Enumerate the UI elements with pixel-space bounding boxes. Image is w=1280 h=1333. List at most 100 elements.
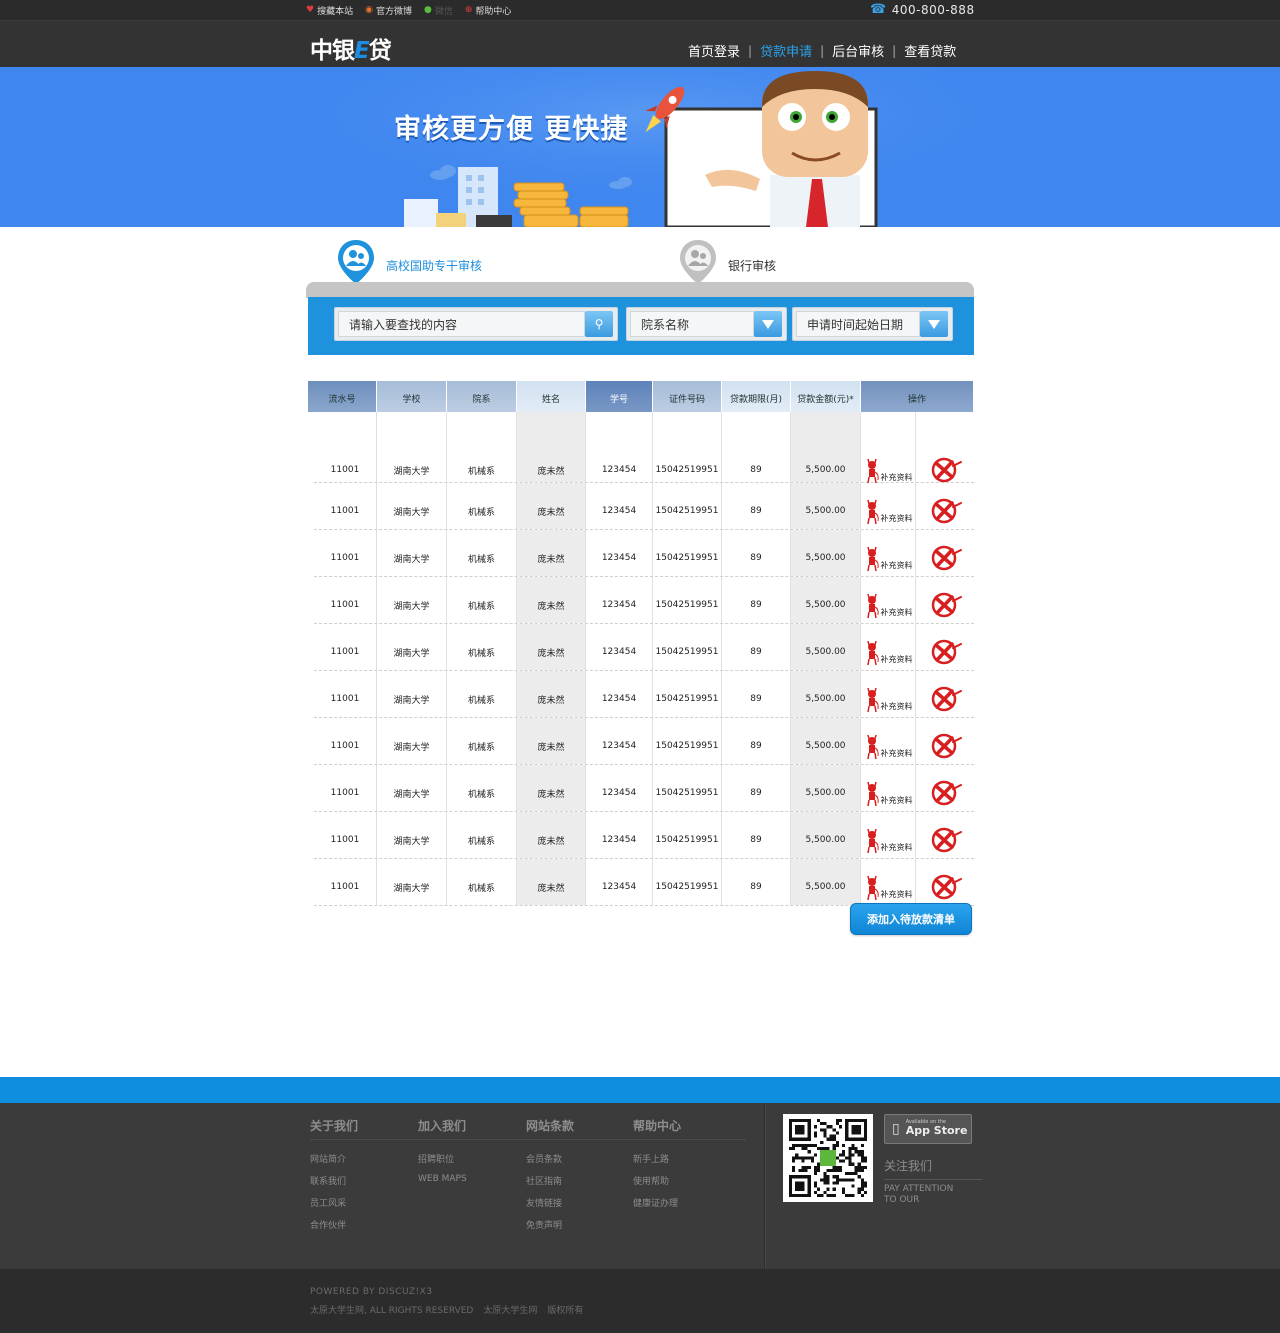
supplement-materials-button[interactable]: 补充资料 [864, 544, 913, 572]
hotline-number: 400-800-888 [891, 2, 975, 17]
supplement-cell: 补充资料 [861, 412, 916, 484]
table-cell: 湖南大学 [377, 483, 447, 529]
delete-x-icon[interactable] [927, 638, 963, 666]
delete-x-icon[interactable] [927, 591, 963, 619]
supplement-cell: 补充资料 [861, 483, 916, 529]
footer-link[interactable]: 使用帮助 [633, 1174, 681, 1187]
footer-link[interactable]: 友情链接 [526, 1196, 574, 1209]
supplement-label: 补充资料 [880, 748, 913, 758]
devil-icon [866, 875, 879, 901]
dropdown-button[interactable] [920, 311, 948, 337]
table-cell: 5,500.00 [791, 624, 861, 670]
table-cell: 5,500.00 [791, 412, 861, 482]
delete-cell [916, 812, 974, 858]
supplement-label: 补充资料 [880, 795, 913, 805]
footer-link[interactable]: 新手上路 [633, 1152, 681, 1165]
wechat-link[interactable]: ● 微信 [424, 4, 453, 18]
table-cell: 123454 [586, 412, 653, 482]
table-cell: 湖南大学 [377, 412, 447, 482]
supplement-materials-button[interactable]: 补充资料 [864, 685, 913, 713]
footer-link[interactable]: 合作伙伴 [310, 1218, 358, 1231]
footer-link[interactable]: 健康证办理 [633, 1196, 681, 1209]
footer-link[interactable]: 免责声明 [526, 1218, 574, 1231]
table-cell: 5,500.00 [791, 577, 861, 623]
bookmark-link[interactable]: ♥ 搜藏本站 [306, 4, 353, 18]
search-panel: 请输入要查找的内容 ⚲ 院系名称 申请时间起始日期 [308, 297, 974, 355]
site-logo[interactable]: 中银E贷 [310, 31, 392, 65]
department-select[interactable]: 院系名称 [626, 307, 787, 341]
chevron-down-icon [928, 319, 940, 329]
table-cell: 123454 [586, 624, 653, 670]
footer-link[interactable]: 社区指南 [526, 1174, 574, 1187]
nav-home-login[interactable]: 首页登录 [680, 41, 748, 60]
supplement-materials-button[interactable]: 补充资料 [864, 456, 913, 484]
nav-loan-apply[interactable]: 贷款申请 [752, 41, 820, 60]
table-cell: 11001 [314, 577, 377, 623]
footer-accent-bar [0, 1077, 1280, 1103]
table-cell: 15042519951 [653, 812, 722, 858]
department-select-value: 院系名称 [641, 317, 690, 332]
table-cell: 庞未然 [517, 624, 586, 670]
top-bar: ♥ 搜藏本站 ◉ 官方微博 ● 微信 ⊕ 帮助中心 ☎ 400-800-888 [0, 0, 1280, 20]
footer-link[interactable]: 联系我们 [310, 1174, 358, 1187]
nav-view-loans[interactable]: 查看贷款 [896, 41, 964, 60]
column-header: 姓名 [517, 381, 586, 412]
site-name: 太原大学生网 [483, 1306, 538, 1316]
hotline: ☎ 400-800-888 [870, 2, 975, 17]
table-cell: 89 [722, 765, 791, 811]
nav-backend-review[interactable]: 后台审核 [824, 41, 892, 60]
footer-link[interactable]: 会员条款 [526, 1152, 574, 1165]
step-bank-review[interactable]: 银行审核 [678, 238, 776, 286]
date-select[interactable]: 申请时间起始日期 [792, 307, 953, 341]
table-row: 11001 湖南大学 机械系 庞未然 123454 15042519951 89 5,500.… [314, 530, 974, 577]
delete-x-icon[interactable] [927, 826, 963, 854]
delete-x-icon[interactable] [927, 544, 963, 572]
delete-x-icon[interactable] [927, 779, 963, 807]
table-row: 11001 湖南大学 机械系 庞未然 123454 15042519951 89 5,500.… [314, 765, 974, 812]
table-cell: 11001 [314, 483, 377, 529]
delete-cell [916, 577, 974, 623]
devil-icon [866, 781, 879, 807]
footer-link[interactable]: 网站简介 [310, 1152, 358, 1165]
delete-x-icon[interactable] [927, 685, 963, 713]
supplement-materials-button[interactable]: 补充资料 [864, 873, 913, 901]
delete-x-icon[interactable] [927, 732, 963, 760]
table-row: 11001 湖南大学 机械系 庞未然 123454 15042519951 89 5,500.… [314, 624, 974, 671]
footer-vertical-divider [764, 1103, 766, 1269]
dropdown-button[interactable] [754, 311, 782, 337]
supplement-materials-button[interactable]: 补充资料 [864, 732, 913, 760]
footer-link[interactable]: 招聘职位 [418, 1152, 467, 1165]
devil-icon [866, 499, 879, 525]
supplement-materials-button[interactable]: 补充资料 [864, 591, 913, 619]
table-cell: 123454 [586, 812, 653, 858]
table-cell: 庞未然 [517, 412, 586, 482]
table-cell: 11001 [314, 624, 377, 670]
step-college-review[interactable]: 高校国助专干审核 [336, 238, 482, 286]
footer-column-terms: 网站条款 会员条款 社区指南 友情链接 免责声明 [526, 1119, 575, 1231]
delete-x-icon[interactable] [927, 456, 963, 484]
table-cell: 机械系 [447, 765, 517, 811]
supplement-label: 补充资料 [880, 607, 913, 617]
supplement-materials-button[interactable]: 补充资料 [864, 497, 913, 525]
table-cell: 湖南大学 [377, 718, 447, 764]
weibo-link[interactable]: ◉ 官方微博 [365, 4, 412, 18]
table-cell: 湖南大学 [377, 812, 447, 858]
add-to-disbursement-list-button[interactable]: 添加入待放款清单 [850, 903, 972, 935]
table-cell: 机械系 [447, 577, 517, 623]
delete-x-icon[interactable] [927, 873, 963, 901]
steps-divider [306, 282, 974, 298]
supplement-materials-button[interactable]: 补充资料 [864, 826, 913, 854]
column-header: 学号 [586, 381, 653, 412]
app-store-badge[interactable]: ▯ Available on the App Store [884, 1114, 972, 1144]
footer-link[interactable]: WEB MAPS [418, 1174, 467, 1184]
delete-x-icon[interactable] [927, 497, 963, 525]
search-button[interactable]: ⚲ [585, 311, 613, 337]
footer-link[interactable]: 员工风采 [310, 1196, 358, 1209]
search-box: 请输入要查找的内容 ⚲ [334, 307, 618, 341]
supplement-cell: 补充资料 [861, 718, 916, 764]
search-input[interactable]: 请输入要查找的内容 [338, 311, 585, 337]
table-cell: 89 [722, 577, 791, 623]
help-link[interactable]: ⊕ 帮助中心 [465, 4, 512, 18]
supplement-materials-button[interactable]: 补充资料 [864, 779, 913, 807]
supplement-materials-button[interactable]: 补充资料 [864, 638, 913, 666]
